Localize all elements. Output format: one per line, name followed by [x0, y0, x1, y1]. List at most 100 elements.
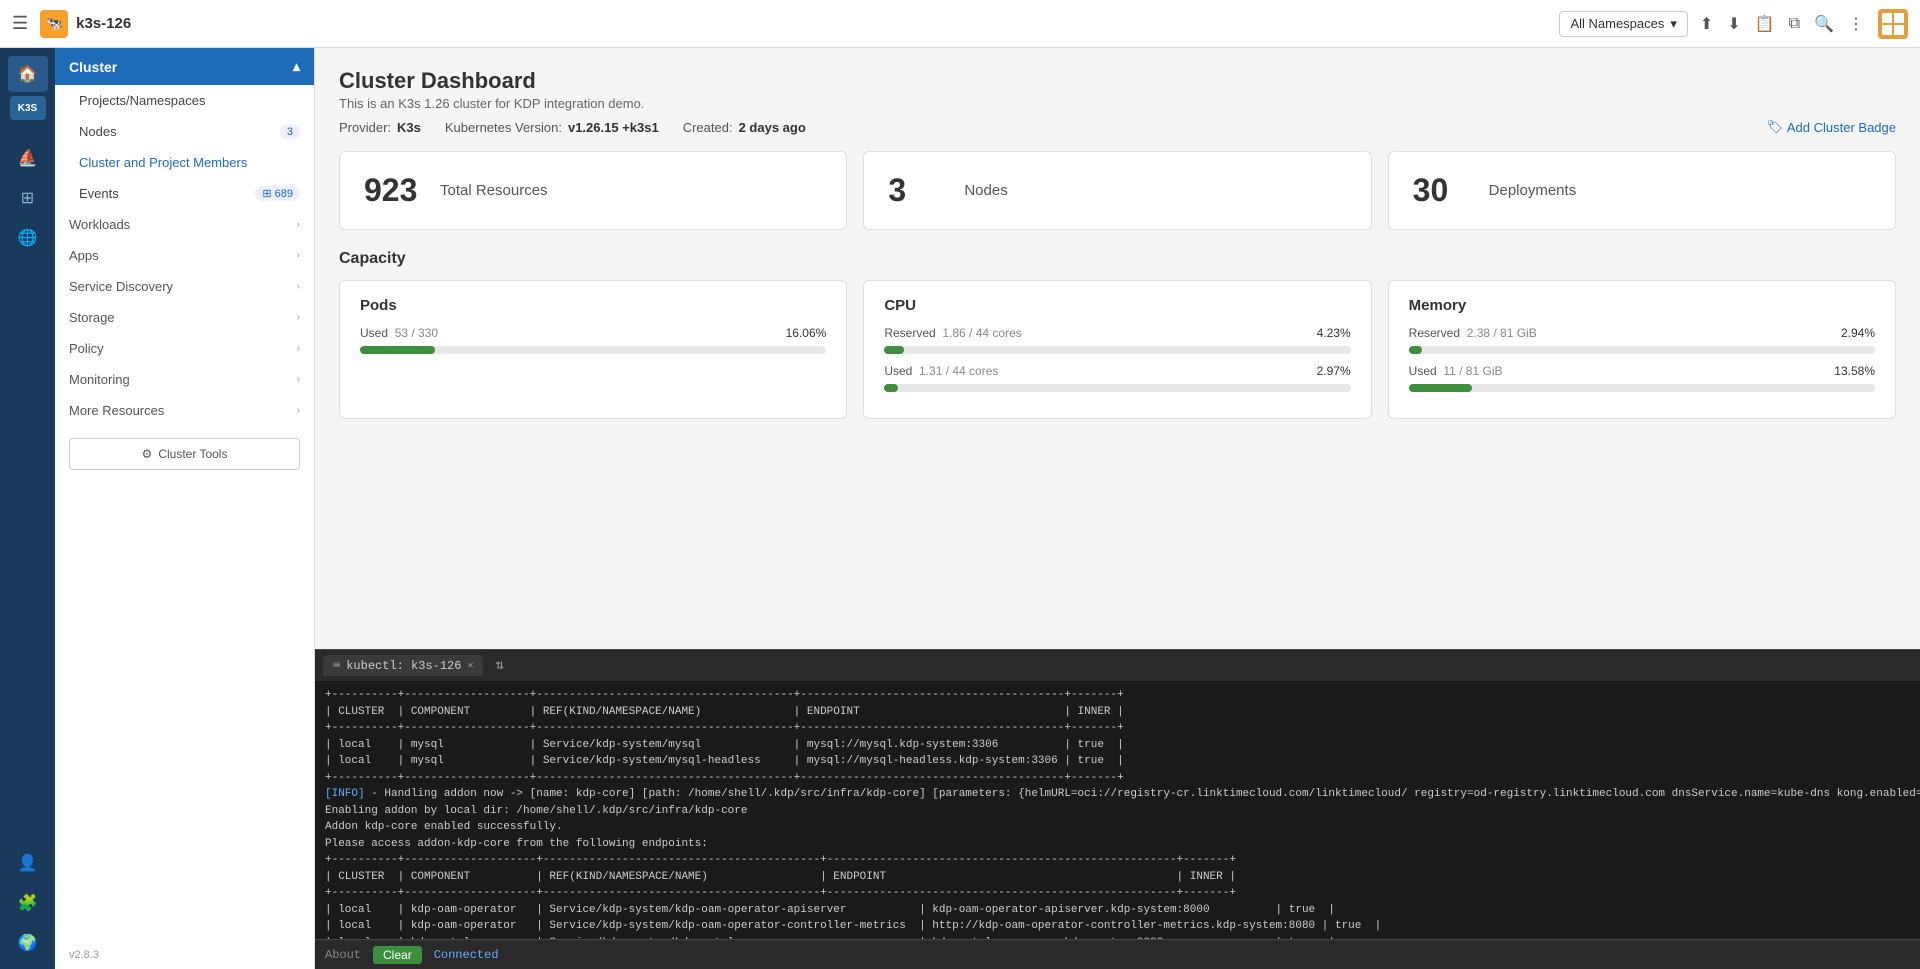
topbar-actions: ⬆ ⬇ 📋 ⧉ 🔍 ⋮: [1700, 9, 1908, 39]
chevron-right-icon: ›: [297, 374, 300, 385]
sidebar-section-policy[interactable]: Policy ›: [55, 333, 314, 364]
total-resources-label: Total Resources: [440, 182, 548, 199]
cluster-name: k3s-126: [76, 15, 131, 32]
sidebar-item-members[interactable]: Cluster and Project Members: [55, 147, 314, 178]
pods-progress-fill: [360, 346, 435, 354]
provider-info: Provider: K3s: [339, 120, 421, 135]
search-icon[interactable]: 🔍: [1814, 14, 1834, 34]
capacity-title: Capacity: [339, 250, 1896, 268]
rail-globe[interactable]: 🌐: [8, 220, 48, 256]
pods-used-row: Used 53 / 330 16.06%: [360, 326, 826, 340]
stat-card-nodes: 3 Nodes: [863, 151, 1371, 230]
add-cluster-badge-button[interactable]: 🏷 Add Cluster Badge: [1766, 119, 1896, 135]
terminal-footer: About Clear Connected: [315, 939, 1920, 969]
cpu-reserved-progress-bg: [884, 346, 1350, 354]
sidebar-item-projects[interactable]: Projects/Namespaces: [55, 85, 314, 116]
terminal-tab[interactable]: ⌨ kubectl: k3s-126 ✕: [323, 655, 483, 676]
copy-icon[interactable]: ⧉: [1789, 15, 1800, 33]
avatar[interactable]: [1878, 9, 1908, 39]
kubectl-icon: ⌨: [333, 658, 340, 673]
rail-world[interactable]: 🌍: [8, 925, 48, 961]
terminal-area: ⌨ kubectl: k3s-126 ✕ ⇅ +----------+-----…: [315, 649, 1920, 969]
file-icon[interactable]: 📋: [1755, 14, 1775, 34]
sidebar-section-monitoring[interactable]: Monitoring ›: [55, 364, 314, 395]
terminal-content[interactable]: +----------+-------------------+--------…: [315, 681, 1920, 939]
cpu-reserved-progress-fill: [884, 346, 904, 354]
events-badge: ⊞ 689: [255, 186, 300, 201]
logo-icon: 🐄: [40, 10, 68, 38]
cap-card-memory: Memory Reserved 2.38 / 81 GiB 2.94% Used…: [1388, 280, 1896, 419]
terminal-close-icon[interactable]: ✕: [467, 660, 473, 672]
chevron-right-icon: ›: [297, 405, 300, 416]
sidebar-section-service-discovery[interactable]: Service Discovery ›: [55, 271, 314, 302]
mem-used-progress-fill: [1409, 384, 1472, 392]
about-link[interactable]: About: [325, 948, 361, 962]
chevron-up-icon: ▴: [293, 58, 300, 75]
mem-reserved-progress-fill: [1409, 346, 1423, 354]
rail-grid[interactable]: ⊞: [8, 180, 48, 216]
upload-icon[interactable]: ⬆: [1700, 14, 1713, 34]
capacity-cards: Pods Used 53 / 330 16.06% CPU R: [339, 280, 1896, 419]
chevron-down-icon: ▾: [1670, 16, 1677, 32]
mem-used-progress-bg: [1409, 384, 1875, 392]
nodes-label: Nodes: [964, 182, 1007, 199]
cpu-reserved-row: Reserved 1.86 / 44 cores 4.23%: [884, 326, 1350, 340]
icon-rail: 🏠 K3S ⛵ ⊞ 🌐 👤 🧩 🌍: [0, 48, 55, 969]
total-resources-number: 923: [364, 172, 424, 209]
cap-card-pods: Pods Used 53 / 330 16.06%: [339, 280, 847, 419]
terminal-output: +----------+-------------------+--------…: [325, 687, 1910, 939]
chevron-right-icon: ›: [297, 312, 300, 323]
rail-k3s[interactable]: K3S: [10, 96, 46, 120]
dashboard-header: Cluster Dashboard This is an K3s 1.26 cl…: [339, 68, 1896, 135]
mem-reserved-row: Reserved 2.38 / 81 GiB 2.94%: [1409, 326, 1875, 340]
app-logo: 🐄 k3s-126: [40, 10, 131, 38]
cap-card-cpu: CPU Reserved 1.86 / 44 cores 4.23% Used …: [863, 280, 1371, 419]
dashboard-meta: Provider: K3s Kubernetes Version: v1.26.…: [339, 119, 1896, 135]
sidebar-cluster-header[interactable]: Cluster ▴: [55, 48, 314, 85]
more-options-icon[interactable]: ⋮: [1848, 14, 1864, 34]
namespace-selector[interactable]: All Namespaces ▾: [1559, 11, 1687, 37]
mem-used-row: Used 11 / 81 GiB 13.58%: [1409, 364, 1875, 378]
rail-home[interactable]: 🏠: [8, 56, 48, 92]
terminal-expand-icon[interactable]: ⇅: [495, 657, 503, 674]
capacity-section: Capacity Pods Used 53 / 330 16.06%: [339, 250, 1896, 419]
rail-user[interactable]: 👤: [8, 845, 48, 881]
sidebar-section-storage[interactable]: Storage ›: [55, 302, 314, 333]
chevron-right-icon: ›: [297, 343, 300, 354]
deployments-label: Deployments: [1489, 182, 1577, 199]
connected-status: Connected: [434, 948, 499, 962]
hamburger-menu[interactable]: ☰: [12, 13, 28, 34]
sidebar-section-apps[interactable]: Apps ›: [55, 240, 314, 271]
k8s-version-info: Kubernetes Version: v1.26.15 +k3s1: [445, 120, 659, 135]
cluster-tools-button[interactable]: ⚙ Cluster Tools: [69, 438, 300, 470]
mem-reserved-progress-bg: [1409, 346, 1875, 354]
nodes-badge: 3: [280, 125, 300, 139]
stat-cards: 923 Total Resources 3 Nodes 30 Deploymen…: [339, 151, 1896, 230]
rail-puzzle[interactable]: 🧩: [8, 885, 48, 921]
sidebar-section-workloads[interactable]: Workloads ›: [55, 209, 314, 240]
download-icon[interactable]: ⬇: [1727, 14, 1740, 34]
nodes-number: 3: [888, 172, 948, 209]
sidebar-item-nodes[interactable]: Nodes 3: [55, 116, 314, 147]
chevron-right-icon: ›: [297, 281, 300, 292]
stat-card-deployments: 30 Deployments: [1388, 151, 1896, 230]
sidebar-item-events[interactable]: Events ⊞ 689: [55, 178, 314, 209]
page-title: Cluster Dashboard: [339, 68, 1896, 94]
chevron-right-icon: ›: [297, 250, 300, 261]
version-label: v2.8.3: [55, 941, 314, 969]
chevron-right-icon: ›: [297, 219, 300, 230]
main-layout: 🏠 K3S ⛵ ⊞ 🌐 👤 🧩 🌍 Cluster ▴ Projects/Nam…: [0, 48, 1920, 969]
gear-icon: ⚙: [142, 447, 153, 461]
terminal-tab-bar: ⌨ kubectl: k3s-126 ✕ ⇅: [315, 649, 1920, 681]
badge-icon: 🏷: [1766, 119, 1783, 135]
page-subtitle: This is an K3s 1.26 cluster for KDP inte…: [339, 96, 1896, 111]
clear-button[interactable]: Clear: [373, 946, 422, 964]
stat-card-resources: 923 Total Resources: [339, 151, 847, 230]
dashboard-content: Cluster Dashboard This is an K3s 1.26 cl…: [315, 48, 1920, 649]
cpu-used-progress-fill: [884, 384, 898, 392]
cpu-used-row: Used 1.31 / 44 cores 2.97%: [884, 364, 1350, 378]
cpu-used-progress-bg: [884, 384, 1350, 392]
sidebar-section-more-resources[interactable]: More Resources ›: [55, 395, 314, 426]
topbar: ☰ 🐄 k3s-126 All Namespaces ▾ ⬆ ⬇ 📋 ⧉ 🔍 ⋮: [0, 0, 1920, 48]
rail-ship[interactable]: ⛵: [8, 140, 48, 176]
